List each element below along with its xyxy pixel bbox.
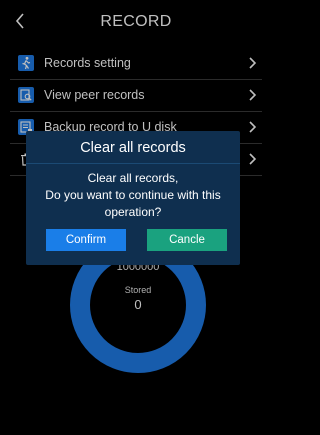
dialog-message-line-3: operation? [104, 205, 162, 219]
cancel-button[interactable]: Cancle [147, 229, 227, 251]
dialog-message-line-1: Clear all records, [87, 171, 179, 185]
confirm-button[interactable]: Confirm [46, 229, 126, 251]
dialog-divider [26, 163, 240, 164]
dialog-title: Clear all records [80, 140, 186, 156]
dialog-message-line-2: Do you want to continue with this [45, 188, 221, 202]
clear-records-dialog: Clear all records Clear all records, Do … [26, 131, 240, 265]
